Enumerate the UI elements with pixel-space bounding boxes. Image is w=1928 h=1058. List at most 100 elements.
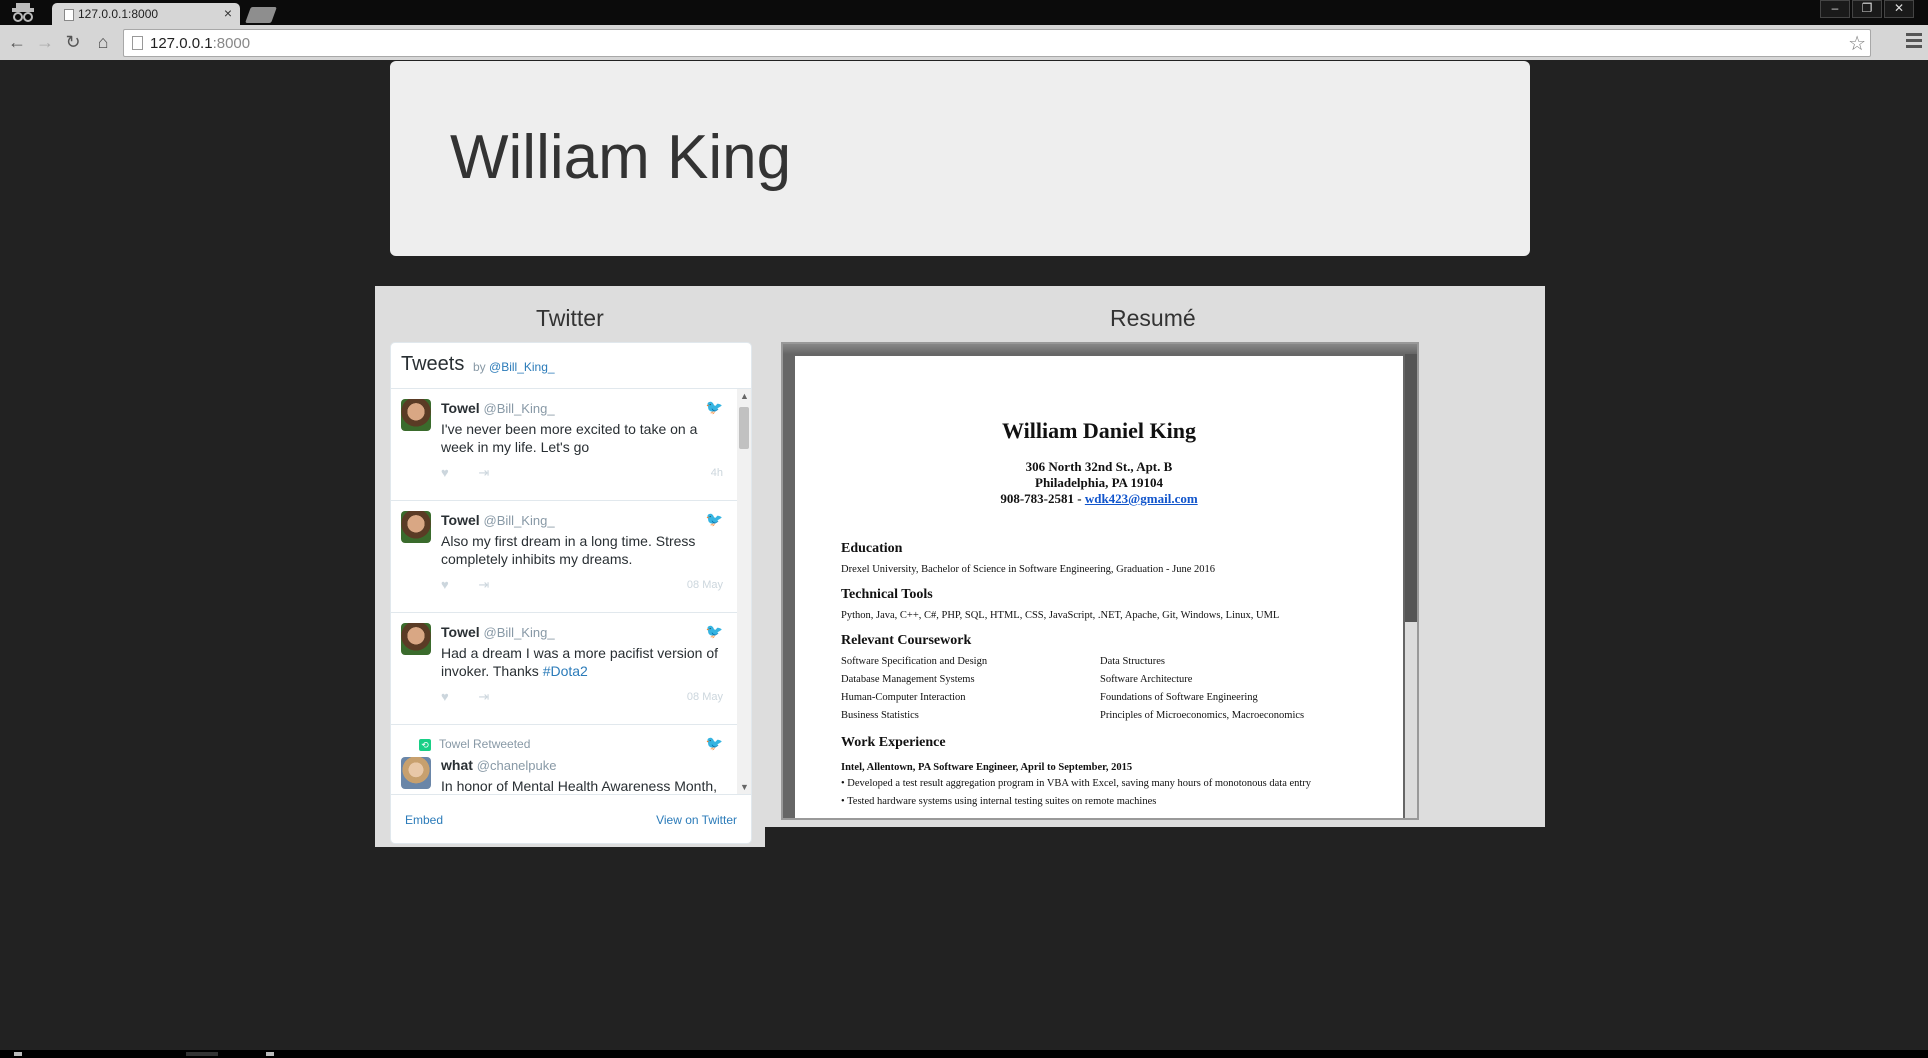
tweet-handle[interactable]: @chanelpuke xyxy=(477,758,557,773)
coursework-item: Software Architecture xyxy=(1100,674,1193,685)
resume-tools-text: Python, Java, C++, C#, PHP, SQL, HTML, C… xyxy=(841,610,1280,621)
coursework-item: Foundations of Software Engineering xyxy=(1100,692,1258,703)
tweet[interactable]: Towel @Bill_King_ 🐦 Also my first dream … xyxy=(391,501,751,613)
tweet-actions: ♥ ⇥ xyxy=(441,465,515,481)
twitter-heading: Twitter xyxy=(536,305,604,331)
pdf-scrollbar-thumb[interactable] xyxy=(1405,344,1417,622)
avatar[interactable] xyxy=(401,623,431,655)
twitter-bird-icon[interactable]: 🐦 xyxy=(706,623,723,640)
resume-job-title: Intel, Allentown, PA Software Engineer, … xyxy=(841,762,1133,773)
retweet[interactable]: ⟲ Towel Retweeted 🐦 what @chanelpuke In h… xyxy=(391,725,751,794)
view-on-twitter-link[interactable]: View on Twitter xyxy=(656,813,737,827)
close-window-button[interactable]: ✕ xyxy=(1884,0,1914,18)
tweet[interactable]: Towel @Bill_King_ 🐦 Had a dream I was a … xyxy=(391,613,751,725)
incognito-icon xyxy=(12,3,34,22)
tweet-text: Also my first dream in a long time. Stre… xyxy=(441,533,696,567)
minimize-button[interactable]: – xyxy=(1820,0,1850,18)
os-taskbar xyxy=(0,1050,1928,1058)
resume-work-heading: Work Experience xyxy=(841,735,946,750)
browser-toolbar: ← → ↻ ⌂ 127.0.0.1:8000 ☆ xyxy=(0,25,1928,60)
resume-tools-heading: Technical Tools xyxy=(841,587,933,602)
reload-icon[interactable]: ↻ xyxy=(62,31,84,53)
resume-heading: Resumé xyxy=(1110,305,1196,331)
resume-bullet: • Tested hardware systems using internal… xyxy=(841,796,1157,807)
window-controls: – ❐ ✕ xyxy=(1820,0,1914,18)
back-arrow-icon[interactable]: ← xyxy=(6,31,28,53)
new-tab-button[interactable] xyxy=(245,7,277,23)
page-title: William King xyxy=(450,123,792,192)
twitter-bird-icon[interactable]: 🐦 xyxy=(706,399,723,416)
tweet-text: In honor of Mental Health Awareness Mont… xyxy=(441,778,718,794)
resume-pdf-viewer[interactable]: William Daniel King 306 North 32nd St., … xyxy=(781,342,1419,820)
forward-arrow-icon[interactable]: → xyxy=(34,31,56,53)
restore-button[interactable]: ❐ xyxy=(1852,0,1882,18)
coursework-item: Business Statistics xyxy=(841,710,919,721)
scroll-up-icon[interactable]: ▲ xyxy=(740,391,749,401)
page-favicon-icon xyxy=(64,9,74,21)
scrollbar-thumb[interactable] xyxy=(739,407,749,449)
tweet-timestamp[interactable]: 08 May xyxy=(687,579,723,591)
tweet-handle[interactable]: @Bill_King_ xyxy=(484,625,555,640)
resume-email-link[interactable]: wdk423@gmail.com xyxy=(1085,491,1198,506)
tweet-handle[interactable]: @Bill_King_ xyxy=(484,401,555,416)
scroll-down-icon[interactable]: ▼ xyxy=(740,782,749,792)
tweet-timestamp[interactable]: 4h xyxy=(711,467,723,479)
url-text: 127.0.0.1:8000 xyxy=(150,35,251,52)
home-icon[interactable]: ⌂ xyxy=(92,31,114,53)
coursework-item: Software Specification and Design xyxy=(841,656,988,667)
taskbar-item[interactable] xyxy=(186,1052,218,1056)
tweet-author[interactable]: Towel xyxy=(441,400,480,416)
taskbar-item[interactable] xyxy=(14,1052,22,1056)
tweet-author[interactable]: Towel xyxy=(441,512,480,528)
hashtag-link[interactable]: #Dota2 xyxy=(543,663,588,679)
twitter-timeline-widget[interactable]: Tweets by @Bill_King_ Towel @Bill_King_ … xyxy=(390,342,752,844)
resume-education-heading: Education xyxy=(841,541,903,556)
resume-address-line-2: Philadelphia, PA 19104 xyxy=(1035,475,1163,490)
browser-tab[interactable]: 127.0.0.1:8000 × xyxy=(52,3,240,25)
like-icon[interactable]: ♥ xyxy=(441,577,449,592)
profile-link[interactable]: @Bill_King_ xyxy=(489,360,555,374)
bookmark-star-icon[interactable]: ☆ xyxy=(1848,31,1866,56)
tweet-actions: ♥ ⇥ xyxy=(441,689,515,705)
tweet-author[interactable]: what xyxy=(441,757,473,773)
like-icon[interactable]: ♥ xyxy=(441,689,449,704)
avatar[interactable] xyxy=(401,757,431,789)
embed-link[interactable]: Embed xyxy=(405,813,443,827)
share-icon[interactable]: ⇥ xyxy=(478,689,489,704)
header-jumbotron: William King xyxy=(390,61,1530,256)
tab-title: 127.0.0.1:8000 xyxy=(78,7,159,21)
tweet-author[interactable]: Towel xyxy=(441,624,480,640)
like-icon[interactable]: ♥ xyxy=(441,465,449,480)
browser-menu-icon[interactable] xyxy=(1906,33,1922,51)
tweet-list-scrollbar[interactable]: ▲ ▼ xyxy=(737,389,751,794)
tweet-text: I've never been more excited to take on … xyxy=(441,421,698,455)
share-icon[interactable]: ⇥ xyxy=(478,577,489,592)
coursework-item: Human-Computer Interaction xyxy=(841,692,966,703)
widget-byline: by @Bill_King_ xyxy=(473,360,555,374)
address-bar[interactable]: 127.0.0.1:8000 ☆ xyxy=(123,29,1871,57)
pdf-scrollbar[interactable] xyxy=(1405,344,1417,818)
resume-page: William Daniel King 306 North 32nd St., … xyxy=(795,356,1403,818)
coursework-item: Database Management Systems xyxy=(841,674,975,685)
taskbar-item[interactable] xyxy=(266,1052,274,1056)
tweet[interactable]: Towel @Bill_King_ 🐦 I've never been more… xyxy=(391,389,751,501)
coursework-item: Principles of Microeconomics, Macroecono… xyxy=(1100,710,1305,721)
retweet-label: ⟲ Towel Retweeted xyxy=(419,737,530,751)
coursework-item: Data Structures xyxy=(1100,656,1166,667)
twitter-bird-icon[interactable]: 🐦 xyxy=(706,735,723,752)
tweet-text: Had a dream I was a more pacifist versio… xyxy=(441,645,719,679)
widget-footer: Embed View on Twitter xyxy=(391,794,751,843)
browser-tab-strip: 127.0.0.1:8000 × – ❐ ✕ xyxy=(0,0,1928,25)
avatar[interactable] xyxy=(401,399,431,431)
retweet-icon: ⟲ xyxy=(419,739,431,751)
resume-name: William Daniel King xyxy=(1002,418,1196,443)
tweet-list[interactable]: Towel @Bill_King_ 🐦 I've never been more… xyxy=(391,389,751,794)
avatar[interactable] xyxy=(401,511,431,543)
tweet-handle[interactable]: @Bill_King_ xyxy=(484,513,555,528)
share-icon[interactable]: ⇥ xyxy=(478,465,489,480)
tab-close-icon[interactable]: × xyxy=(224,5,232,21)
twitter-bird-icon[interactable]: 🐦 xyxy=(706,511,723,528)
tweet-timestamp[interactable]: 08 May xyxy=(687,691,723,703)
resume-bullet: • Developed a test result aggregation pr… xyxy=(841,778,1312,789)
page-icon xyxy=(132,36,143,50)
